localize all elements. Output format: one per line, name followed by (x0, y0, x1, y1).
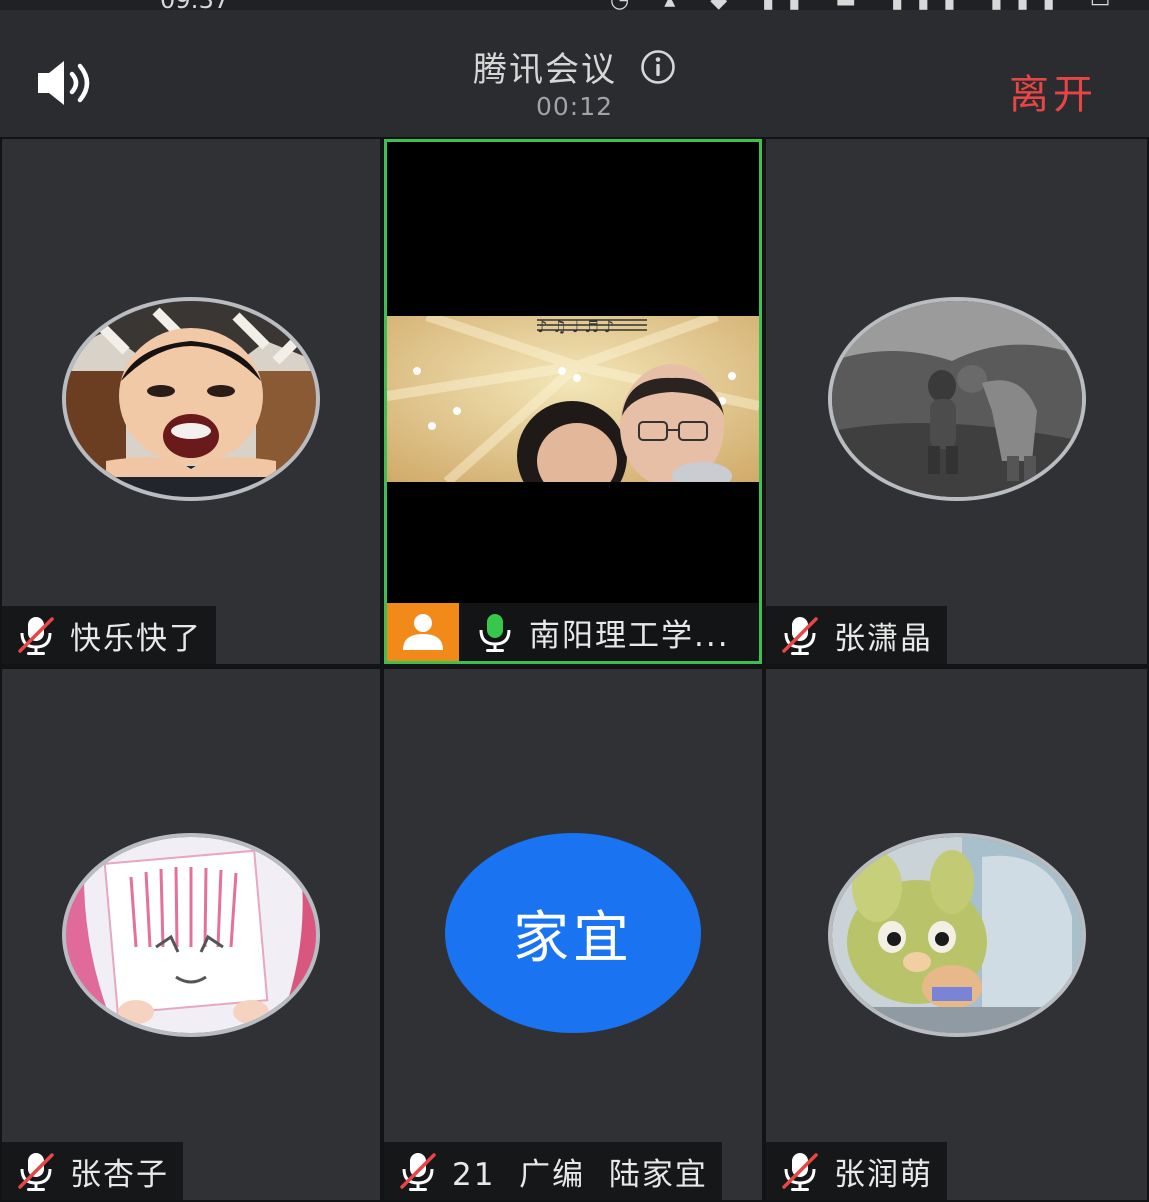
host-badge (387, 603, 459, 661)
status-icons: ◔ ▴ ◆ ▮▮ ▬ ▮▮▮ ▮▮▮ ▭ (610, 0, 1125, 10)
leave-button[interactable]: 离开 (1009, 62, 1097, 120)
avatar-photo (831, 301, 1082, 497)
status-bar: 09:37 ◔ ▴ ◆ ▮▮ ▬ ▮▮▮ ▮▮▮ ▭ (0, 0, 1149, 10)
participant-avatar (827, 833, 1086, 1037)
meeting-timer: 00:12 (535, 92, 614, 121)
participant-avatar (827, 297, 1086, 501)
participant-name: 张杏子 (70, 1156, 169, 1193)
person-icon (403, 614, 443, 650)
participant-name-bar: 张潇晶 (766, 606, 947, 664)
participant-tile[interactable]: 张潇晶 (766, 139, 1147, 664)
participant-grid: 快乐快了 ♪ ♫ ♩ ♬ ♪ 南阳理工学... 张潇晶 张杏子 家宜 21 广编… (0, 137, 1149, 1202)
participant-avatar (62, 297, 320, 501)
participant-tile[interactable]: 家宜 21 广编 陆家宜 (384, 669, 762, 1200)
participant-tile[interactable]: 快乐快了 (2, 139, 380, 664)
mic-muted-icon[interactable] (778, 613, 822, 657)
mic-muted-icon[interactable] (396, 1149, 440, 1193)
mic-active-icon[interactable] (473, 610, 517, 654)
avatar-photo (66, 837, 316, 1033)
participant-name-bar: 快乐快了 (2, 606, 216, 664)
info-icon[interactable] (640, 49, 676, 85)
participant-name: 21 广编 陆家宜 (452, 1156, 708, 1193)
participant-name-bar: 南阳理工学... (387, 603, 759, 661)
participant-name-bar: 21 广编 陆家宜 (384, 1142, 722, 1200)
participant-tile[interactable]: 张杏子 (2, 669, 380, 1200)
svg-text:♪ ♫ ♩ ♬ ♪: ♪ ♫ ♩ ♬ ♪ (537, 317, 614, 336)
participant-name-bar: 张杏子 (2, 1142, 183, 1200)
meeting-header: 腾讯会议 00:12 离开 (0, 10, 1149, 137)
video-frame: ♪ ♫ ♩ ♬ ♪ (387, 316, 759, 482)
participant-name: 张润萌 (834, 1156, 933, 1193)
mic-muted-icon[interactable] (14, 613, 58, 657)
participant-name: 快乐快了 (70, 620, 202, 657)
avatar-photo (831, 837, 1082, 1033)
participant-tile-active-speaker[interactable]: ♪ ♫ ♩ ♬ ♪ 南阳理工学... (384, 139, 762, 664)
avatar-photo (66, 301, 316, 497)
participant-avatar (62, 833, 320, 1037)
mic-muted-icon[interactable] (778, 1149, 822, 1193)
meeting-screen: 09:37 ◔ ▴ ◆ ▮▮ ▬ ▮▮▮ ▮▮▮ ▭ 腾讯会议 00:12 离开 (0, 0, 1149, 1202)
participant-name: 南阳理工学... (529, 617, 730, 654)
participant-name: 张潇晶 (834, 620, 933, 657)
participant-name-bar: 张润萌 (766, 1142, 947, 1200)
meeting-title-area: 腾讯会议 (0, 42, 1149, 91)
participant-tile[interactable]: 张润萌 (766, 669, 1147, 1200)
meeting-title: 腾讯会议 (472, 50, 617, 90)
mic-muted-icon[interactable] (14, 1149, 58, 1193)
participant-text-avatar: 家宜 (445, 833, 701, 1033)
status-time: 09:37 (160, 0, 229, 10)
participant-video: ♪ ♫ ♩ ♬ ♪ (387, 316, 759, 482)
